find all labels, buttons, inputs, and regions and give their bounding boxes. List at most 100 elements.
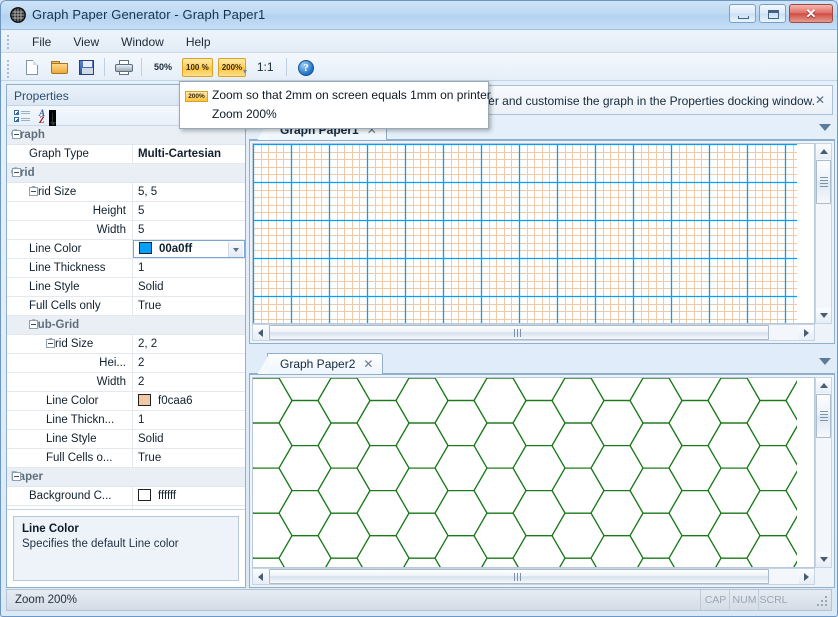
new-document-button[interactable]: [19, 55, 45, 79]
tab-list-dropdown-icon[interactable]: [819, 358, 831, 365]
scroll-down-button[interactable]: [816, 308, 831, 323]
property-value[interactable]: True: [133, 297, 245, 315]
property-row-width[interactable]: Width2: [7, 373, 245, 392]
toolbar-overflow-icon[interactable]: ▾: [240, 67, 250, 77]
property-row-grid-size[interactable]: Grid Size5, 5: [7, 183, 245, 202]
property-value[interactable]: ffffff: [133, 487, 245, 505]
vertical-scrollbar-top[interactable]: [815, 143, 832, 324]
scroll-down-button[interactable]: [816, 552, 831, 567]
scroll-left-button[interactable]: [253, 325, 268, 340]
vertical-scrollbar-bottom[interactable]: [815, 377, 832, 568]
property-value[interactable]: 2: [133, 373, 245, 391]
collapse-expander-icon[interactable]: [29, 320, 38, 329]
save-document-button[interactable]: [73, 55, 99, 79]
maximize-button[interactable]: [759, 4, 786, 23]
menu-bar: File View Window Help: [1, 30, 837, 53]
property-category-paper[interactable]: Paper: [7, 468, 245, 487]
property-value[interactable]: True: [133, 449, 245, 467]
property-category-grid[interactable]: Grid: [7, 164, 245, 183]
property-value[interactable]: 2: [133, 354, 245, 372]
property-row-graph-type[interactable]: Graph Type Multi-Cartesian: [7, 145, 245, 164]
tab-graph-paper2[interactable]: Graph Paper2 ✕: [267, 353, 383, 374]
property-value[interactable]: Solid: [133, 430, 245, 448]
property-row-line-thickn[interactable]: Line Thickn...1: [7, 411, 245, 430]
properties-grid[interactable]: GraphGraph TypeMulti-CartesianGridGrid S…: [7, 126, 245, 510]
property-name-text: Line Color: [46, 395, 98, 407]
property-value[interactable]: 1: [133, 259, 245, 277]
zoom-100-button[interactable]: 100 %: [182, 58, 213, 77]
menu-item-window[interactable]: Window: [110, 32, 175, 52]
property-value[interactable]: 00a0ff: [133, 240, 245, 258]
scroll-right-button[interactable]: [799, 325, 814, 340]
horizontal-scroll-thumb[interactable]: [269, 325, 769, 340]
property-value[interactable]: 5: [133, 221, 245, 239]
property-value[interactable]: 5: [133, 202, 245, 220]
collapse-expander-icon[interactable]: [12, 472, 21, 481]
info-bar-close-icon[interactable]: ✕: [813, 93, 827, 107]
property-row-line-thickness[interactable]: Line Thickness1: [7, 259, 245, 278]
property-value[interactable]: 2, 2: [133, 335, 245, 353]
property-row-line-style[interactable]: Line StyleSolid: [7, 430, 245, 449]
property-row-hei[interactable]: Hei...2: [7, 354, 245, 373]
collapse-expander-icon[interactable]: [46, 339, 55, 348]
property-name: Hei...: [7, 354, 133, 372]
collapse-expander-icon[interactable]: [12, 168, 21, 177]
scroll-left-button[interactable]: [253, 569, 268, 584]
application-window: Graph Paper Generator - Graph Paper1 ✕ F…: [0, 0, 838, 617]
print-button[interactable]: [110, 55, 136, 79]
scroll-up-button[interactable]: [816, 378, 831, 393]
property-row-background-c[interactable]: Background C...ffffff: [7, 487, 245, 506]
collapse-expander-icon[interactable]: [12, 130, 21, 139]
zoom-50-button[interactable]: 50%: [149, 58, 177, 77]
zoom-1to1-button[interactable]: 1:1: [251, 58, 279, 77]
scroll-up-button[interactable]: [816, 144, 831, 159]
tab-list-dropdown-icon[interactable]: [819, 124, 831, 131]
tab-label: Graph Paper2: [280, 357, 355, 371]
tab-strip-bottom: Graph Paper2 ✕: [249, 353, 835, 374]
property-row-line-color[interactable]: Line Color00a0ff: [7, 240, 245, 259]
hexagonal-graph-paper: [253, 378, 814, 567]
horizontal-scrollbar-top[interactable]: [252, 324, 815, 341]
property-value[interactable]: 1: [133, 411, 245, 429]
help-button[interactable]: ?: [292, 55, 318, 79]
property-value[interactable]: Multi-Cartesian: [133, 145, 245, 163]
property-value[interactable]: Solid: [133, 278, 245, 296]
property-row-height[interactable]: Height5: [7, 202, 245, 221]
property-value[interactable]: f0caa6: [133, 392, 245, 410]
open-document-button[interactable]: [46, 55, 72, 79]
property-name: Full Cells only: [7, 297, 133, 315]
toolbar-grip-handle[interactable]: [7, 60, 11, 75]
description-text: Specifies the default Line color: [22, 538, 230, 550]
property-row-line-color[interactable]: Line Color f0caa6: [7, 392, 245, 411]
property-row-full-cells-o[interactable]: Full Cells o...True: [7, 449, 245, 468]
tab-close-icon[interactable]: ✕: [363, 358, 373, 370]
vertical-scroll-thumb[interactable]: [816, 160, 831, 204]
property-row-line-style[interactable]: Line StyleSolid: [7, 278, 245, 297]
chevron-down-icon[interactable]: [228, 242, 243, 257]
property-row-full-cells-only[interactable]: Full Cells onlyTrue: [7, 297, 245, 316]
status-bar: Zoom 200% CAP NUM SCRL: [6, 589, 832, 611]
property-row-grid-size[interactable]: Grid Size2, 2: [7, 335, 245, 354]
property-value[interactable]: 5, 5: [133, 183, 245, 201]
sort-categorized-button[interactable]: [11, 108, 33, 125]
graph-canvas-cartesian[interactable]: [252, 143, 815, 324]
menu-item-file[interactable]: File: [21, 32, 62, 52]
close-button[interactable]: ✕: [789, 4, 833, 23]
graph-canvas-hexagonal[interactable]: [252, 377, 815, 568]
property-category-sub-grid[interactable]: Sub-Grid: [7, 316, 245, 335]
collapse-expander-icon[interactable]: [29, 187, 38, 196]
menu-item-help[interactable]: Help: [175, 32, 222, 52]
menu-grip-handle[interactable]: [7, 35, 11, 48]
horizontal-scroll-thumb[interactable]: [269, 569, 769, 584]
resize-grip[interactable]: [817, 596, 829, 608]
horizontal-scrollbar-bottom[interactable]: [252, 568, 815, 585]
property-row-width[interactable]: Width5: [7, 221, 245, 240]
sort-alphabetical-button[interactable]: AZ: [35, 108, 57, 125]
menu-item-view[interactable]: View: [62, 32, 110, 52]
property-value-text: 2, 2: [138, 338, 157, 350]
minimize-button[interactable]: [729, 4, 756, 23]
property-value-text: Solid: [138, 433, 164, 445]
vertical-scroll-thumb[interactable]: [816, 394, 831, 438]
property-name-text: Graph Type: [29, 148, 89, 160]
scroll-right-button[interactable]: [799, 569, 814, 584]
